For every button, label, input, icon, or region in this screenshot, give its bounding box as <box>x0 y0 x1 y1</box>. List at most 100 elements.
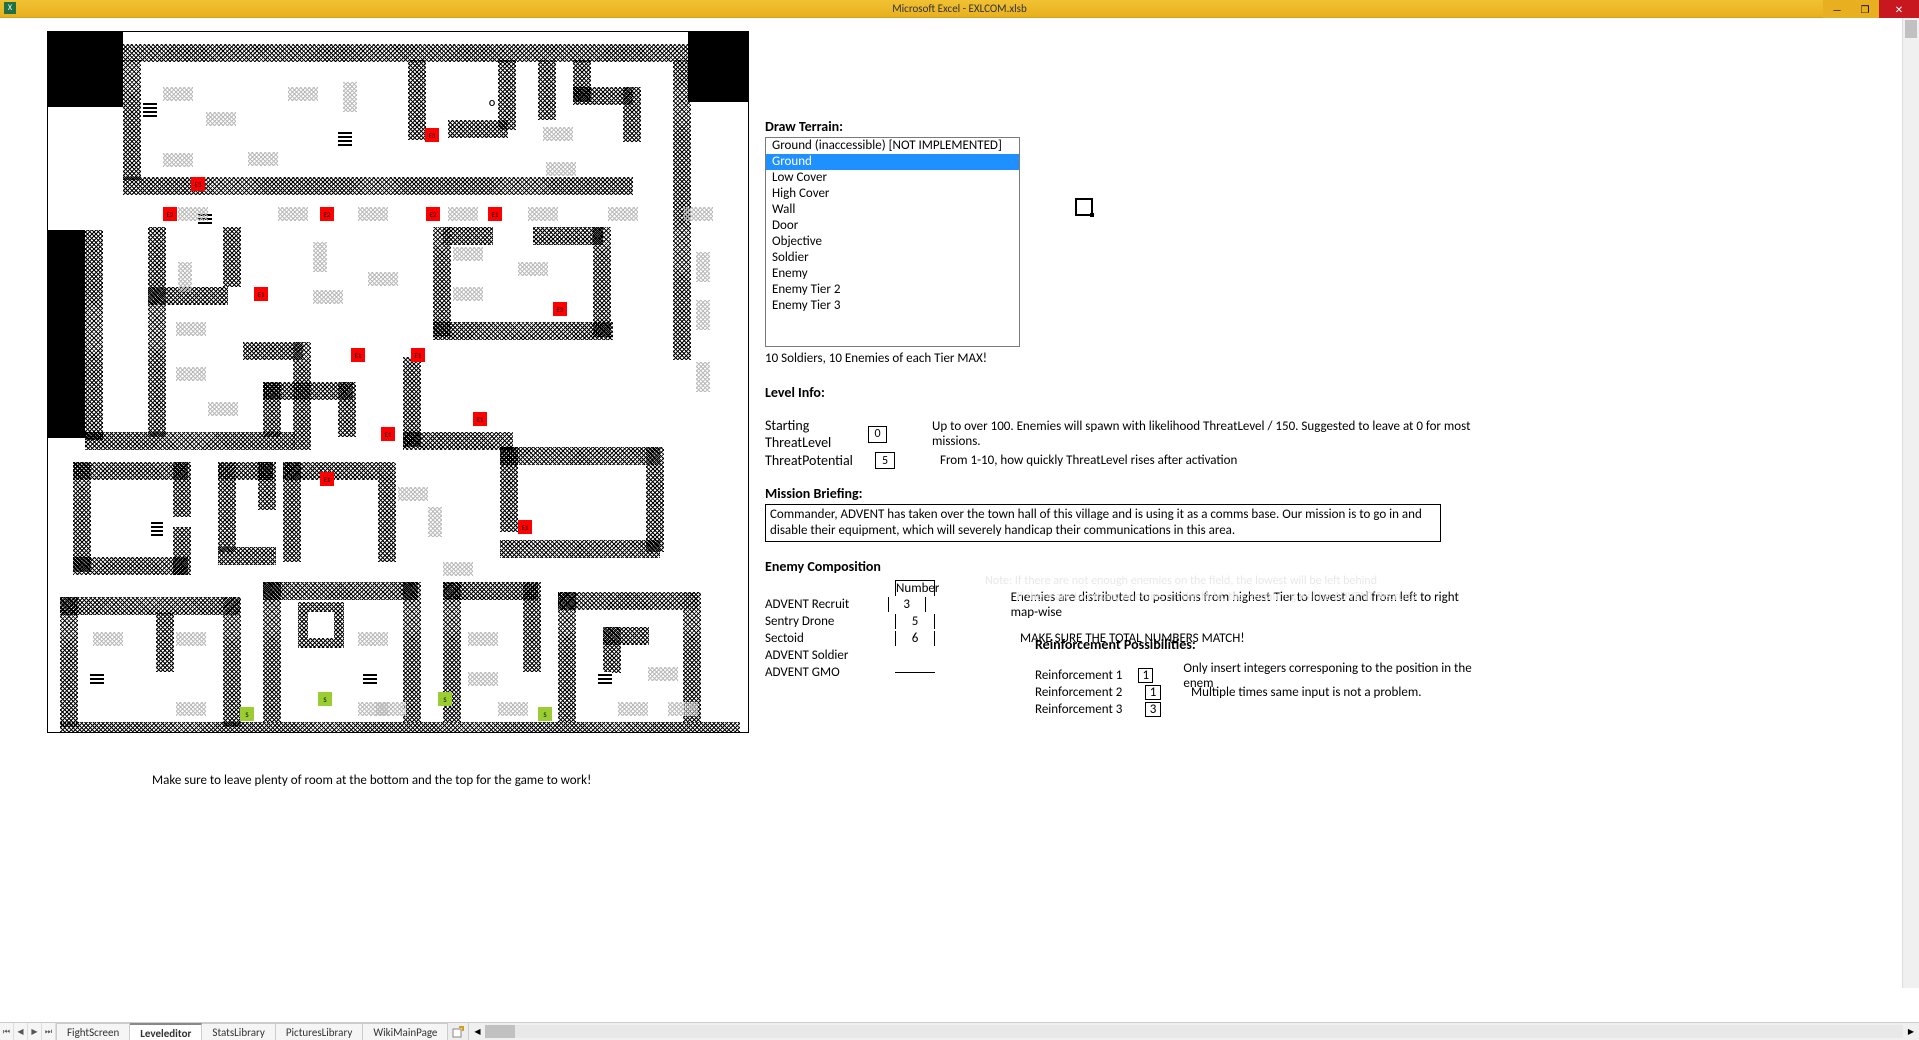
excel-icon: X <box>4 2 16 14</box>
wall <box>523 582 541 672</box>
terrain-option[interactable]: Enemy Tier 2 <box>766 282 1019 298</box>
wall <box>173 527 191 575</box>
wall <box>263 382 281 437</box>
enemy-marker: E1 <box>488 207 502 221</box>
terrain-option[interactable]: Soldier <box>766 250 1019 266</box>
map-bottom-hint: Make sure to leave plenty of room at the… <box>152 773 591 788</box>
wall <box>538 60 556 120</box>
threat-potential-desc: From 1-10, how quickly ThreatLevel rises… <box>940 453 1237 468</box>
terrain-option[interactable]: High Cover <box>766 186 1019 202</box>
terrain-option[interactable]: Wall <box>766 202 1019 218</box>
wall <box>218 462 236 552</box>
low-cover <box>358 632 388 646</box>
soldier-marker: S <box>240 707 254 721</box>
terrain-limit-note: 10 Soldiers, 10 Enemies of each Tier MAX… <box>765 351 1485 366</box>
tab-nav-last[interactable]: ⏭ <box>42 1023 56 1040</box>
enemy-count-input[interactable]: 5 <box>895 614 935 629</box>
hscroll-thumb[interactable] <box>485 1025 515 1038</box>
reinforcement-label: Reinforcement 2 <box>1035 685 1145 700</box>
terrain-option[interactable]: Door <box>766 218 1019 234</box>
terrain-option[interactable]: Ground <box>766 154 1019 170</box>
wall <box>60 597 78 727</box>
wall <box>60 597 240 615</box>
door <box>151 522 163 536</box>
hscroll-track[interactable] <box>485 1025 1903 1038</box>
mission-briefing-label: Mission Briefing: <box>765 485 1485 502</box>
threat-level-input[interactable]: 0 <box>868 426 887 443</box>
level-map[interactable]: O E3 E3 E2 E2 E2 E1 E1 E3 E1 E1 E1 E1 E1… <box>47 31 749 733</box>
terrain-option[interactable]: Ground (inaccessible) [NOT IMPLEMENTED] <box>766 138 1019 154</box>
tab-nav-first[interactable]: ⏮ <box>0 1023 14 1040</box>
enemy-marker: E3 <box>425 128 439 142</box>
enemy-count-input[interactable]: 3 <box>888 597 926 612</box>
hscroll-left-arrow[interactable]: ◀ <box>469 1023 485 1040</box>
low-cover <box>358 207 388 221</box>
low-cover <box>313 242 327 272</box>
low-cover <box>518 262 548 276</box>
low-cover <box>376 702 406 716</box>
sheet-tab[interactable]: FightScreen <box>57 1023 130 1040</box>
low-cover <box>398 487 428 501</box>
enemy-count-input[interactable] <box>895 672 935 673</box>
level-info-label: Level Info: <box>765 384 1485 401</box>
soldier-marker: S <box>438 692 452 706</box>
vertical-scrollbar[interactable] <box>1902 18 1919 988</box>
sheet-tab[interactable]: StatsLibrary <box>202 1023 275 1040</box>
threat-potential-input[interactable]: 5 <box>875 452 895 469</box>
terrain-listbox[interactable]: Ground (inaccessible) [NOT IMPLEMENTED]G… <box>765 137 1020 347</box>
close-button[interactable]: ✕ <box>1879 0 1919 18</box>
low-cover <box>443 562 473 576</box>
wall <box>558 592 576 722</box>
low-cover <box>546 162 576 176</box>
sheet-tab-bar: ⏮ ◀ ▶ ⏭ FightScreenLeveleditorStatsLibra… <box>0 1022 1919 1040</box>
door <box>143 103 157 117</box>
reinforcement-input[interactable]: 1 <box>1138 668 1153 683</box>
editor-panel: Draw Terrain: Ground (inaccessible) [NOT… <box>765 118 1485 681</box>
wall <box>500 447 660 465</box>
enemy-count-input[interactable]: 6 <box>895 631 935 646</box>
low-cover <box>368 272 398 286</box>
hscroll-right-arrow[interactable]: ▶ <box>1903 1023 1919 1040</box>
wall <box>408 60 426 140</box>
tab-nav-prev[interactable]: ◀ <box>14 1023 28 1040</box>
worksheet-area[interactable]: O E3 E3 E2 E2 E2 E1 E1 E3 E1 E1 E1 E1 E1… <box>0 18 1919 988</box>
reinforcement-input[interactable]: 3 <box>1145 702 1161 717</box>
mission-briefing-text[interactable]: Commander, ADVENT has taken over the tow… <box>765 504 1441 542</box>
low-cover <box>428 507 442 537</box>
terrain-option[interactable]: Objective <box>766 234 1019 250</box>
horizontal-scrollbar[interactable]: ◀ ▶ <box>468 1023 1919 1040</box>
low-cover <box>343 82 357 112</box>
low-cover <box>468 632 498 646</box>
vertical-scrollbar-thumb[interactable] <box>1905 20 1917 38</box>
low-cover <box>648 667 678 681</box>
enemy-marker: E1 <box>351 348 365 362</box>
terrain-option[interactable]: Enemy Tier 3 <box>766 298 1019 314</box>
reinforcements-section: Reinforcement Possibilities: Reinforceme… <box>1035 636 1485 718</box>
low-cover <box>178 262 192 292</box>
wall <box>148 227 166 437</box>
enemy-type-label: Sectoid <box>765 631 895 646</box>
sheet-tab[interactable]: Leveleditor <box>130 1023 202 1040</box>
terrain-preview-box <box>1075 198 1095 218</box>
wall <box>533 227 603 245</box>
wall <box>403 432 513 450</box>
sheet-tab[interactable]: WikiMainPage <box>363 1023 448 1040</box>
wall <box>338 382 356 437</box>
terrain-option[interactable]: Enemy <box>766 266 1019 282</box>
reinforcements-label: Reinforcement Possibilities: <box>1035 636 1485 653</box>
low-cover <box>288 87 318 101</box>
threat-level-desc: Up to over 100. Enemies will spawn with … <box>932 419 1485 449</box>
minimize-button[interactable]: — <box>1823 0 1851 18</box>
wall <box>73 462 91 572</box>
terrain-option[interactable]: Low Cover <box>766 170 1019 186</box>
low-cover <box>696 362 710 392</box>
reinforcement-input[interactable]: 1 <box>1145 685 1161 700</box>
maximize-button[interactable]: ❐ <box>1851 0 1879 18</box>
tab-nav-next[interactable]: ▶ <box>28 1023 42 1040</box>
draw-terrain-label: Draw Terrain: <box>765 118 1485 135</box>
door <box>338 132 352 146</box>
enemy-marker: E2 <box>426 207 440 221</box>
sheet-tab[interactable]: PicturesLibrary <box>276 1023 363 1040</box>
new-sheet-button[interactable] <box>448 1023 468 1040</box>
enemy-marker: E1 <box>381 427 395 441</box>
